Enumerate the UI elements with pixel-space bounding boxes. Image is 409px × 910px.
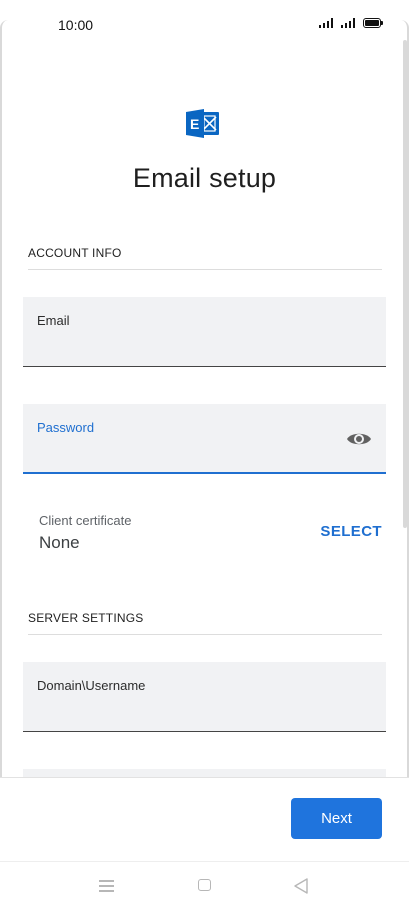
svg-text:E: E bbox=[190, 116, 199, 132]
domain-username-field[interactable]: Domain\Username bbox=[23, 662, 386, 732]
section-divider bbox=[28, 634, 382, 635]
status-icons bbox=[319, 18, 383, 28]
page-title: Email setup bbox=[132, 163, 277, 193]
password-field[interactable]: Password bbox=[23, 404, 386, 474]
client-certificate-value: None bbox=[39, 533, 80, 552]
account-info-heading: ACCOUNT INFO bbox=[28, 246, 122, 260]
email-field[interactable]: Email bbox=[23, 297, 386, 367]
home-icon[interactable] bbox=[198, 879, 211, 891]
battery-icon bbox=[363, 18, 383, 28]
next-button[interactable]: Next bbox=[291, 798, 382, 839]
scrollbar[interactable] bbox=[403, 40, 407, 528]
exchange-logo-icon: E bbox=[186, 109, 219, 138]
menu-icon[interactable] bbox=[99, 880, 114, 892]
signal-icon bbox=[319, 18, 333, 28]
password-label: Password bbox=[37, 420, 95, 435]
server-settings-heading: SERVER SETTINGS bbox=[28, 611, 144, 625]
domain-username-label: Domain\Username bbox=[37, 678, 146, 693]
signal-icon bbox=[341, 18, 355, 28]
section-divider bbox=[28, 269, 382, 270]
device-edge-left bbox=[0, 20, 8, 890]
eye-icon[interactable] bbox=[346, 430, 372, 448]
select-certificate-button[interactable]: SELECT bbox=[320, 523, 382, 540]
system-navigation-bar bbox=[0, 861, 409, 910]
email-label: Email bbox=[37, 313, 70, 328]
status-time: 10:00 bbox=[58, 17, 94, 33]
status-bar: 10:00 bbox=[0, 0, 409, 52]
back-icon[interactable] bbox=[294, 878, 308, 894]
client-certificate-label: Client certificate bbox=[39, 513, 132, 528]
email-setup-screen: 10:00 E Email setup ACCOUNT INFO Email P… bbox=[0, 0, 409, 910]
